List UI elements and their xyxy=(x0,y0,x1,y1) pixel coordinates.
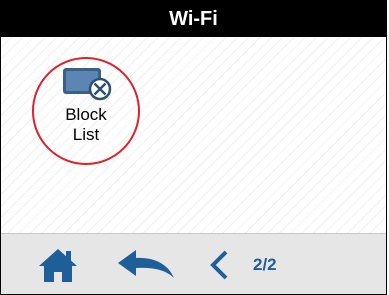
title-bar: Wi-Fi xyxy=(1,1,386,37)
block-list-label-line2: List xyxy=(72,125,100,144)
block-list-label-line1: Block xyxy=(65,105,107,124)
block-list-button[interactable]: Block List xyxy=(32,57,140,165)
content-area: Block List xyxy=(1,37,386,234)
page-indicator: 2/2 xyxy=(253,255,277,274)
bottom-navbar: 2/2 xyxy=(1,233,386,294)
block-list-label: Block List xyxy=(34,105,138,145)
back-arrow-icon[interactable] xyxy=(116,246,176,284)
block-list-icon xyxy=(63,68,112,101)
home-icon[interactable] xyxy=(37,246,79,284)
wifi-screen: Wi-Fi Block List 2/2 xyxy=(0,0,387,295)
page-title: Wi-Fi xyxy=(169,7,218,30)
chevron-left-icon[interactable] xyxy=(206,246,232,284)
